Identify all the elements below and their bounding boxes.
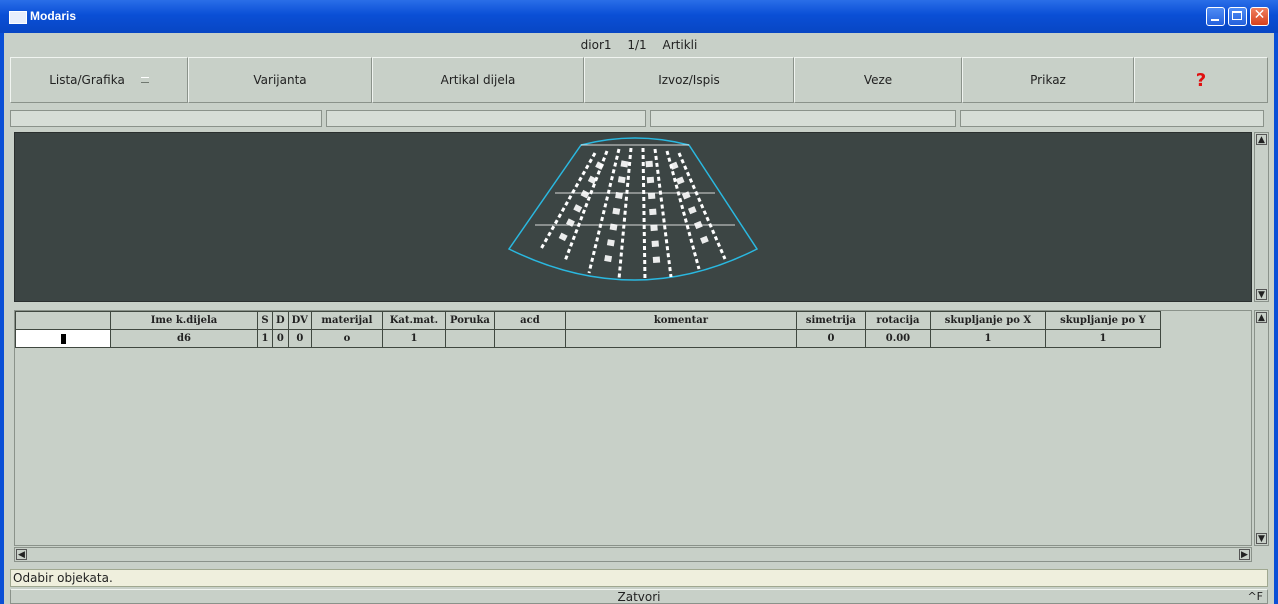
app-icon [9, 11, 27, 24]
col-header-poruka[interactable]: Poruka [444, 311, 495, 330]
cell-materijal[interactable]: o [310, 329, 383, 348]
help-icon: ? [1195, 69, 1207, 91]
col-header-skupljanje-x[interactable]: skupljanje po X [929, 311, 1046, 330]
izvoz-ispis-button[interactable]: Izvoz/Ispis [584, 57, 794, 103]
cell-poruka[interactable] [444, 329, 495, 348]
parts-table: Ime k.dijela S D DV materijal Kat.mat. P… [15, 311, 1161, 348]
main-toolbar: Lista/Grafika Varijanta Artikal dijela I… [10, 57, 1268, 103]
maximize-button[interactable] [1228, 7, 1247, 26]
graphic-canvas[interactable] [14, 132, 1252, 302]
table-vertical-scrollbar[interactable]: ▲ ▼ [1254, 310, 1269, 546]
artikal-dijela-button[interactable]: Artikal dijela [372, 57, 584, 103]
scroll-right-icon[interactable]: ▶ [1239, 549, 1250, 560]
cell-dv[interactable]: 0 [287, 329, 312, 348]
cell-s[interactable]: 1 [257, 329, 273, 348]
col-header-rotacija[interactable]: rotacija [864, 311, 931, 330]
row-selector-cell[interactable] [15, 329, 111, 348]
varijanta-button[interactable]: Varijanta [188, 57, 372, 103]
cell-skupljanje-y[interactable]: 1 [1044, 329, 1161, 348]
scroll-up-icon[interactable]: ▲ [1256, 134, 1267, 145]
cell-skupljanje-x[interactable]: 1 [929, 329, 1046, 348]
context-header: dior1 1/1 Artikli [8, 35, 1270, 55]
status-bar: Odabir objekata. [10, 569, 1268, 587]
help-button[interactable]: ? [1134, 57, 1268, 103]
table-horizontal-scrollbar[interactable]: ◀ ▶ [14, 547, 1252, 562]
table-row[interactable]: d6 1 0 0 o 1 0 0.00 1 1 [15, 329, 1161, 348]
close-label: Zatvori [617, 590, 661, 604]
col-header-kat-mat[interactable]: Kat.mat. [381, 311, 446, 330]
cell-d[interactable]: 0 [272, 329, 289, 348]
toggle-indicator-icon [140, 77, 149, 83]
text-cursor-icon [60, 333, 66, 344]
veze-button[interactable]: Veze [794, 57, 962, 103]
col-header-dv[interactable]: DV [287, 311, 312, 330]
close-bar-button[interactable]: Zatvori ^F [10, 589, 1268, 604]
canvas-vertical-scrollbar[interactable]: ▲ ▼ [1254, 132, 1269, 302]
shortcut-hint: ^F [1247, 590, 1263, 603]
cell-name[interactable]: d6 [110, 329, 258, 348]
col-header-d[interactable]: D [272, 311, 289, 330]
file-name: dior1 [580, 38, 612, 52]
pattern-piece-drawing [507, 137, 759, 282]
minimize-button[interactable] [1206, 7, 1225, 26]
col-header-name[interactable]: Ime k.dijela [110, 311, 258, 330]
cell-kat-mat[interactable]: 1 [381, 329, 446, 348]
col-header-acd[interactable]: acd [493, 311, 566, 330]
section-name: Artikli [662, 38, 698, 52]
col-header-materijal[interactable]: materijal [310, 311, 383, 330]
info-field-4 [960, 110, 1264, 127]
info-field-2 [326, 110, 646, 127]
cell-komentar[interactable] [564, 329, 797, 348]
parts-table-area: Ime k.dijela S D DV materijal Kat.mat. P… [14, 310, 1252, 546]
close-icon: ✕ [1253, 7, 1266, 23]
title-bar: Modaris ✕ [0, 0, 1278, 33]
col-header-s[interactable]: S [257, 311, 273, 330]
scroll-down-icon[interactable]: ▼ [1256, 533, 1267, 544]
lista-grafika-label: Lista/Grafika [49, 73, 125, 87]
lista-grafika-button[interactable]: Lista/Grafika [10, 57, 188, 103]
close-window-button[interactable]: ✕ [1250, 7, 1269, 26]
cell-rotacija[interactable]: 0.00 [864, 329, 931, 348]
info-strip [10, 110, 1268, 127]
scroll-left-icon[interactable]: ◀ [16, 549, 27, 560]
col-header-select[interactable] [15, 311, 111, 330]
table-header-row: Ime k.dijela S D DV materijal Kat.mat. P… [15, 311, 1161, 330]
cell-simetrija[interactable]: 0 [795, 329, 866, 348]
col-header-komentar[interactable]: komentar [564, 311, 797, 330]
info-field-1 [10, 110, 322, 127]
scroll-down-icon[interactable]: ▼ [1256, 289, 1267, 300]
info-field-3 [650, 110, 956, 127]
pattern-piece[interactable] [507, 137, 759, 282]
scroll-up-icon[interactable]: ▲ [1256, 312, 1267, 323]
col-header-skupljanje-y[interactable]: skupljanje po Y [1044, 311, 1161, 330]
prikaz-button[interactable]: Prikaz [962, 57, 1134, 103]
record-counter: 1/1 [627, 38, 647, 52]
window-title: Modaris [30, 9, 77, 23]
col-header-simetrija[interactable]: simetrija [795, 311, 866, 330]
cell-acd[interactable] [493, 329, 566, 348]
